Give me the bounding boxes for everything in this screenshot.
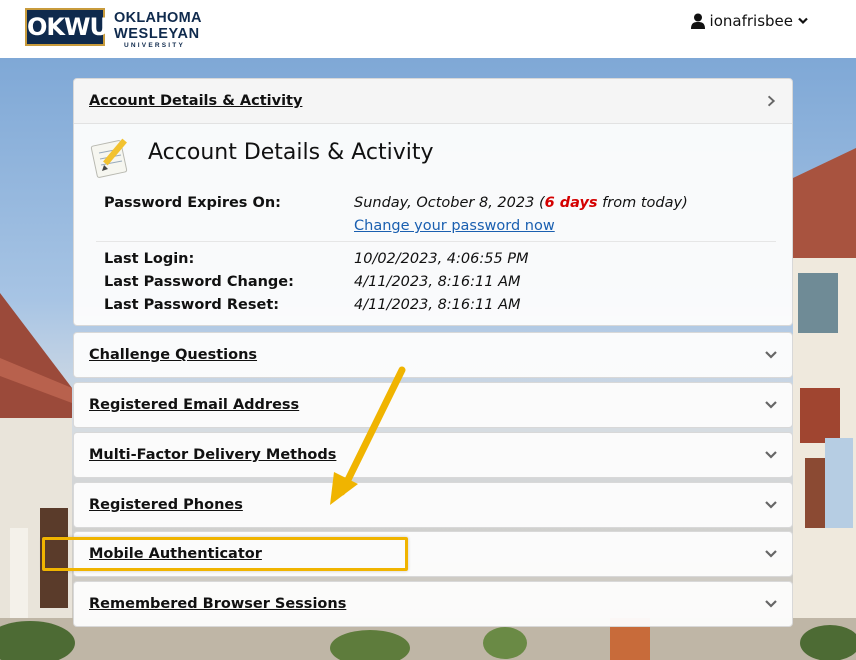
change-password-link[interactable]: Change your password now [354, 218, 555, 234]
mfa-delivery-panel-header[interactable]: Multi-Factor Delivery Methods [74, 433, 792, 477]
chevron-down-icon [765, 351, 777, 359]
password-expires-label: Password Expires On: [104, 195, 281, 211]
challenge-questions-panel[interactable]: Challenge Questions [73, 332, 793, 378]
account-details-panel-header[interactable]: Account Details & Activity [74, 79, 792, 124]
days-remaining-badge: 6 days [544, 195, 598, 211]
username-label: ionafrisbee [709, 12, 793, 30]
remembered-browser-sessions-panel[interactable]: Remembered Browser Sessions [73, 581, 793, 627]
annotation-highlight-box [42, 537, 408, 571]
chevron-down-icon [765, 501, 777, 509]
chevron-down-icon [765, 451, 777, 459]
user-menu-dropdown[interactable]: ionafrisbee [690, 12, 808, 30]
divider [96, 241, 776, 242]
chevron-down-icon [765, 550, 777, 558]
chevron-right-icon [767, 95, 776, 107]
registered-phones-panel[interactable]: Registered Phones [73, 482, 793, 528]
last-login-label: Last Login: [104, 251, 195, 267]
registered-email-panel[interactable]: Registered Email Address [73, 382, 793, 428]
wordmark-line-1: OKLAHOMA [114, 10, 202, 26]
last-password-reset-label: Last Password Reset: [104, 297, 280, 313]
registered-email-title[interactable]: Registered Email Address [89, 397, 299, 413]
university-wordmark: OKLAHOMA WESLEYAN UNIVERSITY [114, 11, 202, 50]
last-login-value: 10/02/2023, 4:06:55 PM [354, 251, 529, 267]
registered-phones-panel-header[interactable]: Registered Phones [74, 483, 792, 527]
chevron-down-icon [765, 600, 777, 608]
last-password-reset-value: 4/11/2023, 8:16:11 AM [354, 297, 521, 313]
top-header-bar: OKWU OKLAHOMA WESLEYAN UNIVERSITY ionafr… [0, 0, 856, 58]
password-expires-date: Sunday, October 8, 2023 ( [354, 195, 545, 211]
wordmark-line-3: UNIVERSITY [124, 42, 186, 49]
wordmark-line-2: WESLEYAN [114, 25, 200, 42]
mfa-delivery-title[interactable]: Multi-Factor Delivery Methods [89, 447, 336, 463]
remembered-browser-sessions-panel-header[interactable]: Remembered Browser Sessions [74, 582, 792, 626]
change-password-row: Change your password now [354, 218, 555, 234]
notepad-pencil-icon [90, 138, 128, 178]
mfa-delivery-panel[interactable]: Multi-Factor Delivery Methods [73, 432, 793, 478]
challenge-questions-panel-header[interactable]: Challenge Questions [74, 333, 792, 377]
remembered-browser-sessions-title[interactable]: Remembered Browser Sessions [89, 596, 346, 612]
account-details-panel-title[interactable]: Account Details & Activity [89, 93, 302, 109]
okwu-logo-mark[interactable]: OKWU [25, 8, 109, 46]
challenge-questions-title[interactable]: Challenge Questions [89, 347, 257, 363]
last-password-change-label: Last Password Change: [104, 274, 294, 290]
registered-phones-title[interactable]: Registered Phones [89, 497, 243, 513]
password-expires-suffix: from today) [597, 195, 688, 211]
account-details-panel: Account Details & Activity Account Detai… [73, 78, 793, 326]
annotation-arrow [330, 366, 406, 505]
user-icon [690, 13, 705, 29]
chevron-down-icon [798, 17, 808, 25]
last-password-change-value: 4/11/2023, 8:16:11 AM [354, 274, 521, 290]
password-expires-value: Sunday, October 8, 2023 (6 days from tod… [354, 195, 688, 211]
registered-email-panel-header[interactable]: Registered Email Address [74, 383, 792, 427]
account-details-heading: Account Details & Activity [148, 140, 434, 165]
chevron-down-icon [765, 401, 777, 409]
